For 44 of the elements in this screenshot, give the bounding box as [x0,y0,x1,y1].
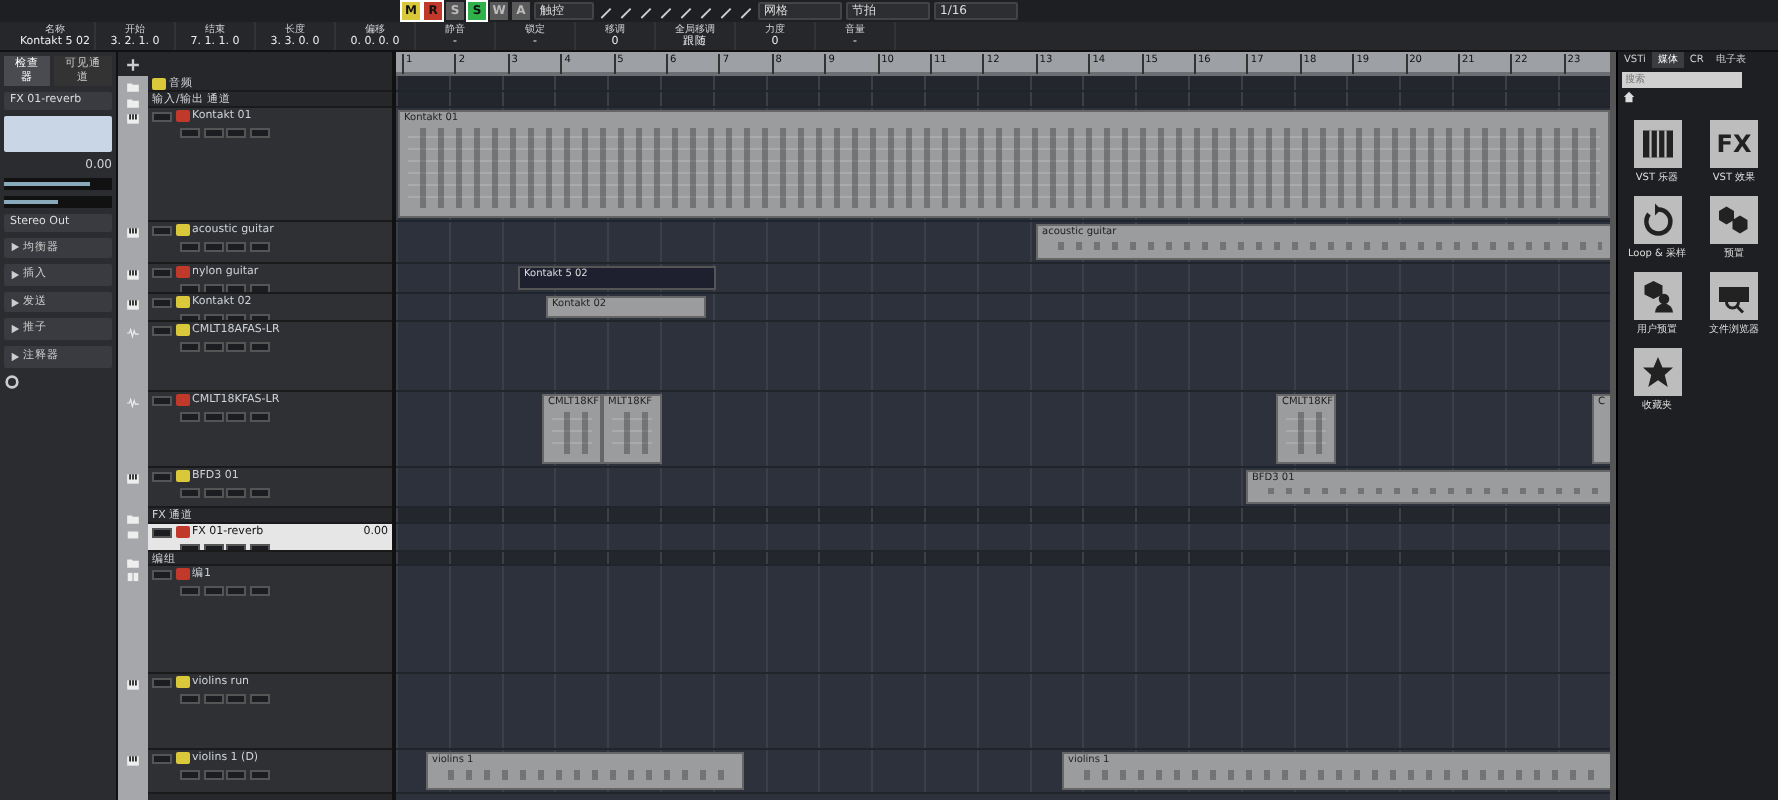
expand-triangle-icon [10,351,20,362]
record-enable-button[interactable] [175,324,189,337]
piano-icon [126,754,140,768]
media-tile-button[interactable] [1710,271,1758,320]
piano-icon [126,268,140,282]
volume-fader-fill[interactable] [4,181,91,186]
piano-icon [1639,125,1675,162]
media-tile-button[interactable] [1633,119,1681,168]
media-tile-button[interactable] [1710,195,1758,244]
folder-icon [126,556,140,570]
hexagons-icon [1716,201,1752,238]
piano-icon [126,472,140,486]
expand-triangle-icon [10,297,20,308]
media-tile-button[interactable] [1633,271,1681,320]
fx-channel-icon [126,528,140,542]
settings-icon [4,373,20,390]
record-enable-button[interactable] [175,224,189,237]
media-tile-button[interactable] [1633,347,1681,396]
home-icon [1621,90,1635,104]
add-track-icon [126,57,140,71]
piano-icon [126,226,140,240]
folder-icon [126,512,140,526]
piano-icon [126,298,140,312]
record-enable-button[interactable] [175,296,189,309]
record-enable-button[interactable] [175,752,189,765]
record-enable-button[interactable] [175,676,189,689]
waveform-icon [126,396,140,410]
record-enable-button[interactable] [175,526,189,539]
record-enable-button[interactable] [175,470,189,483]
group-channel-icon [126,570,140,584]
expand-triangle-icon [10,242,20,253]
media-tile-button[interactable]: FX [1710,119,1758,168]
pan-fader-fill[interactable] [4,199,58,204]
waveform-icon [126,326,140,340]
piano-icon [126,112,140,126]
mute-button[interactable] [152,527,172,538]
media-tile-button[interactable] [1633,195,1681,244]
star-icon [1639,353,1675,390]
channel-strip-panel [4,115,112,152]
user-preset-icon [1639,277,1675,314]
piano-icon [126,678,140,692]
loop-arrow-icon [1639,201,1675,238]
expand-triangle-icon [10,269,20,280]
expand-triangle-icon [10,324,20,335]
